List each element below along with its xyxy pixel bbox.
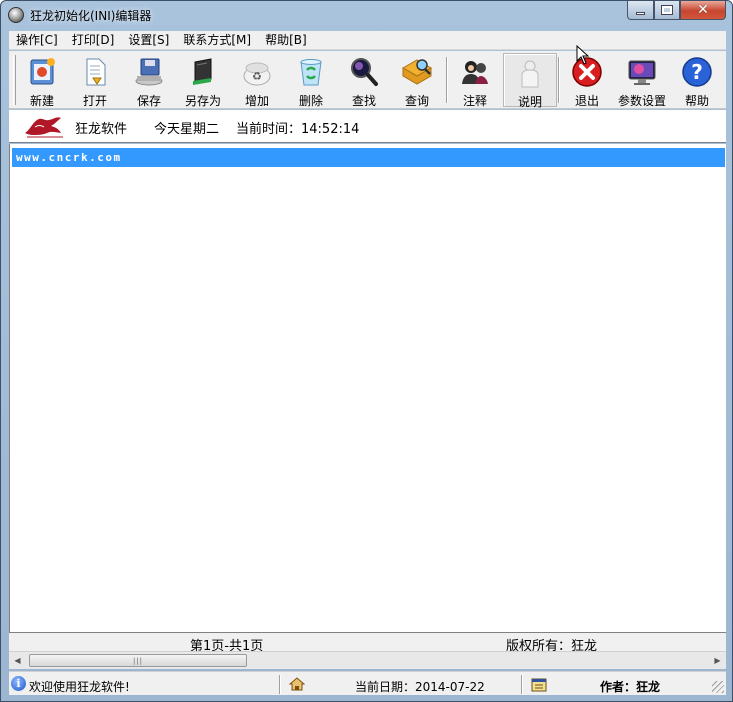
- comment-button-label: 注释: [462, 94, 487, 108]
- status-divider: [521, 675, 523, 694]
- list-item[interactable]: www.cncrk.com: [12, 148, 725, 167]
- svg-text:♻: ♻: [252, 70, 262, 83]
- users-icon: [459, 56, 491, 88]
- delete-button[interactable]: 删除: [284, 53, 338, 108]
- company-name: 狂龙软件: [75, 122, 128, 137]
- current-date: 当前日期：2014-07-22: [355, 680, 485, 694]
- home-icon: [288, 676, 306, 692]
- save-as-button[interactable]: 另存为: [176, 53, 230, 108]
- app-window: 狂龙初始化(INI)编辑器 ✕ 操作[C] 打印[D] 设置[S] 联系方式[M…: [0, 0, 733, 702]
- open-document-icon: [79, 56, 111, 88]
- open-button[interactable]: 打开: [68, 53, 122, 108]
- delete-button-label: 删除: [298, 94, 323, 108]
- recycle-bin-icon: [295, 56, 327, 88]
- status-divider: [279, 675, 281, 694]
- open-button-label: 打开: [82, 94, 107, 108]
- query-button[interactable]: 查询: [390, 53, 444, 108]
- window-title: 狂龙初始化(INI)编辑器: [30, 9, 152, 23]
- instructions-button-label: 说明: [517, 95, 542, 109]
- help-button[interactable]: ? 帮助: [670, 53, 724, 108]
- add-button[interactable]: ♻ 增加: [230, 53, 284, 108]
- toolbar: 新建 打开 保存 另存为 ♻ 增加 删除 查找 查询 注释 说明 退出 参数设置…: [9, 51, 726, 109]
- save-as-button-label: 另存为: [184, 94, 221, 108]
- new-document-icon: [26, 56, 58, 88]
- calendar-icon: [531, 676, 547, 692]
- parameter-settings-button[interactable]: 参数设置: [615, 53, 669, 108]
- recycle-icon: ♻: [241, 56, 273, 88]
- company-logo: [21, 113, 69, 141]
- title-bar[interactable]: 狂龙初始化(INI)编辑器 ✕: [1, 1, 732, 29]
- close-icon: ✕: [697, 2, 709, 18]
- info-bar: 狂龙软件 今天星期二 当前时间：14:52:14: [9, 110, 726, 143]
- app-icon[interactable]: [8, 7, 24, 23]
- svg-text:?: ?: [691, 60, 703, 84]
- person-icon: [514, 57, 546, 89]
- save-button[interactable]: 保存: [122, 53, 176, 108]
- instructions-button[interactable]: 说明: [503, 53, 557, 109]
- page-bar: 第1页-共1页 版权所有：狂龙: [9, 632, 726, 654]
- caption-buttons: ✕: [627, 1, 726, 20]
- find-button[interactable]: 查找: [337, 53, 391, 108]
- menu-operate[interactable]: 操作[C]: [9, 31, 65, 50]
- scrollbar-thumb[interactable]: |||: [29, 654, 247, 667]
- scroll-right-arrow-icon[interactable]: ▶: [709, 652, 726, 669]
- comment-button[interactable]: 注释: [448, 53, 502, 108]
- help-button-label: 帮助: [684, 94, 709, 108]
- author-text: 作者：狂龙: [600, 680, 661, 694]
- menu-settings[interactable]: 设置[S]: [121, 31, 176, 50]
- magnifier-icon: [348, 56, 380, 88]
- maximize-button[interactable]: [654, 1, 680, 20]
- help-icon: ?: [681, 56, 713, 88]
- menu-help[interactable]: 帮助[B]: [258, 31, 314, 50]
- new-button-label: 新建: [29, 94, 54, 108]
- list-item-text: www.cncrk.com: [16, 151, 122, 164]
- weekday-text: 今天星期二: [154, 122, 220, 137]
- minimize-icon: [636, 11, 645, 15]
- horizontal-scrollbar[interactable]: ◀ ||| ▶: [9, 651, 726, 669]
- maximize-icon: [661, 5, 673, 15]
- menu-contact[interactable]: 联系方式[M]: [176, 31, 258, 50]
- close-button[interactable]: ✕: [680, 1, 726, 20]
- welcome-text: 欢迎使用狂龙软件!: [29, 680, 130, 694]
- ini-editor-area[interactable]: www.cncrk.com: [9, 144, 726, 632]
- status-bar: i 欢迎使用狂龙软件! 当前日期：2014-07-22 作者：狂龙: [9, 671, 726, 695]
- minimize-button[interactable]: [627, 1, 654, 20]
- info-icon: i: [11, 676, 26, 691]
- query-button-label: 查询: [404, 94, 429, 108]
- save-as-icon: [187, 56, 219, 88]
- menu-bar: 操作[C] 打印[D] 设置[S] 联系方式[M] 帮助[B]: [9, 31, 726, 50]
- new-button[interactable]: 新建: [15, 53, 69, 108]
- parameter-settings-button-label: 参数设置: [617, 94, 666, 108]
- save-button-label: 保存: [136, 94, 161, 108]
- grip-lines-icon: |||: [132, 656, 144, 665]
- current-time: 当前时间：14:52:14: [236, 122, 360, 137]
- resize-grip-icon[interactable]: [712, 681, 724, 693]
- exit-button-label: 退出: [574, 94, 599, 108]
- find-button-label: 查找: [351, 94, 376, 108]
- monitor-icon: [626, 56, 658, 88]
- add-button-label: 增加: [244, 94, 269, 108]
- scroll-left-arrow-icon[interactable]: ◀: [9, 652, 26, 669]
- menu-print[interactable]: 打印[D]: [65, 31, 122, 50]
- folder-search-icon: [401, 56, 433, 88]
- floppy-disk-icon: [133, 56, 165, 88]
